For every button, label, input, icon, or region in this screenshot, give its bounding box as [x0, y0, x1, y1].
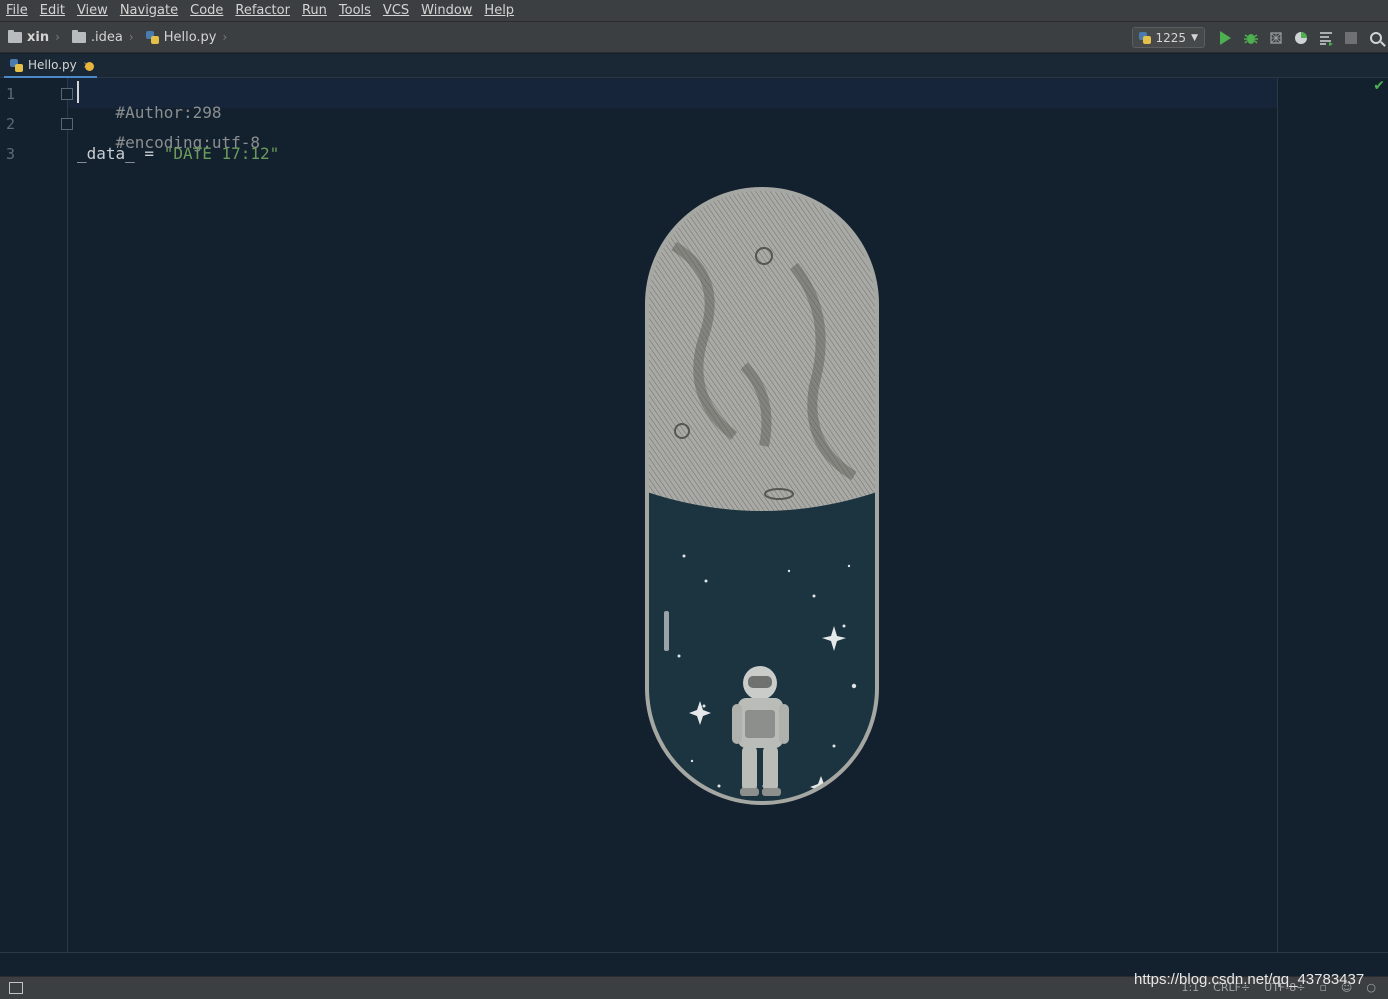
profile-icon	[1294, 31, 1307, 44]
python-file-icon	[10, 58, 23, 72]
python-icon	[1138, 31, 1151, 44]
current-line-highlight	[68, 78, 1278, 108]
string-token: "DATE 17:12"	[163, 144, 280, 163]
event-log-icon[interactable]: ○	[1366, 981, 1376, 994]
menu-navigate[interactable]: Navigate	[114, 0, 184, 22]
run-configuration-label: 1225	[1155, 30, 1187, 45]
coverage-button[interactable]	[1263, 27, 1288, 49]
tab-hello-py[interactable]: Hello.py ×	[4, 54, 98, 78]
menu-bar: File Edit View Navigate Code Refactor Ru…	[0, 0, 1388, 22]
chevron-right-icon: ›	[128, 30, 134, 44]
identifier-token: _data_ =	[77, 144, 164, 163]
profile-button[interactable]	[1288, 27, 1313, 49]
run-icon	[1220, 30, 1231, 45]
chevron-right-icon: ›	[222, 30, 228, 44]
concurrency-button[interactable]	[1313, 27, 1338, 49]
folder-icon	[8, 29, 22, 43]
breadcrumb-label: xin	[27, 29, 50, 45]
background-astronaut-image	[645, 187, 879, 805]
menu-view[interactable]: View	[71, 0, 114, 22]
menu-help[interactable]: Help	[478, 0, 520, 22]
folder-icon	[71, 29, 86, 43]
debug-icon	[1243, 33, 1258, 44]
breadcrumb-idea[interactable]: .idea ›	[64, 29, 138, 45]
search-everywhere-button[interactable]	[1363, 27, 1388, 49]
tool-windows-toggle-icon[interactable]	[9, 982, 23, 994]
concurrency-icon	[1319, 31, 1333, 46]
text-cursor	[77, 81, 79, 103]
fold-marker-icon[interactable]	[61, 118, 73, 130]
menu-vcs[interactable]: VCS	[377, 0, 415, 22]
breadcrumb-project[interactable]: xin ›	[0, 29, 64, 45]
line-number: 3	[6, 145, 16, 163]
python-file-icon	[145, 30, 159, 44]
breadcrumb-label: .idea	[90, 29, 123, 45]
breadcrumb-label: Hello.py	[163, 29, 217, 45]
chevron-down-icon: ▼	[1191, 32, 1198, 43]
menu-run[interactable]: Run	[296, 0, 333, 22]
debug-button[interactable]	[1238, 27, 1263, 49]
menu-code[interactable]: Code	[184, 0, 229, 22]
line-number-gutter: 1 2 3	[0, 78, 68, 952]
breadcrumb-file[interactable]: Hello.py ›	[138, 30, 232, 45]
stop-icon	[1344, 31, 1357, 44]
search-icon	[1369, 31, 1382, 44]
menu-edit[interactable]: Edit	[34, 0, 71, 22]
stop-button[interactable]	[1338, 27, 1363, 49]
navigation-bar: xin › .idea › Hello.py › 1225 ▼	[0, 22, 1388, 53]
right-margin-guide	[1277, 78, 1278, 952]
menu-refactor[interactable]: Refactor	[229, 0, 296, 22]
editor-tab-bar: Hello.py ×	[0, 54, 1388, 78]
fold-marker-icon[interactable]	[61, 88, 73, 100]
chevron-right-icon: ›	[55, 30, 60, 44]
code-line-3: _data_ = "DATE 17:12"	[77, 144, 279, 163]
menu-file[interactable]: File	[0, 0, 34, 22]
code-editor[interactable]: 1 2 3 #Author:298 #encoding:utf-8 _data_…	[0, 78, 1388, 952]
menu-tools[interactable]: Tools	[333, 0, 377, 22]
watermark-text: https://blog.csdn.net/qq_43783437	[1134, 971, 1365, 988]
tab-label: Hello.py	[28, 58, 77, 72]
line-number: 1	[6, 85, 16, 103]
coverage-icon	[1269, 31, 1282, 44]
line-number: 2	[6, 115, 16, 133]
run-configuration-select[interactable]: 1225 ▼	[1131, 27, 1205, 48]
menu-window[interactable]: Window	[415, 0, 478, 22]
run-button[interactable]	[1213, 27, 1238, 49]
inspection-ok-icon: ✔	[1373, 78, 1385, 94]
toolbar: 1225 ▼	[1131, 22, 1388, 53]
lightbulb-icon[interactable]	[85, 62, 94, 71]
